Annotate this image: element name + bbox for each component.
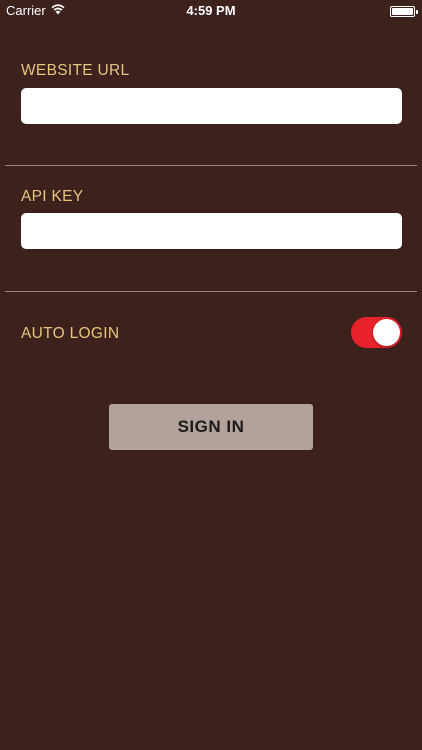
auto-login-label: AUTO LOGIN: [21, 325, 120, 342]
website-url-input[interactable]: [21, 88, 402, 124]
divider: [5, 291, 417, 292]
api-key-input[interactable]: [21, 213, 402, 249]
api-key-label: API KEY: [21, 188, 84, 205]
auto-login-toggle[interactable]: [351, 317, 402, 348]
toggle-knob: [373, 319, 400, 346]
website-url-label: WEBSITE URL: [21, 62, 130, 79]
divider: [5, 165, 417, 166]
sign-in-button[interactable]: SIGN IN: [109, 404, 313, 450]
battery-icon: [390, 6, 418, 17]
clock: 4:59 PM: [186, 3, 236, 18]
status-bar: Carrier 4:59 PM: [0, 0, 422, 22]
